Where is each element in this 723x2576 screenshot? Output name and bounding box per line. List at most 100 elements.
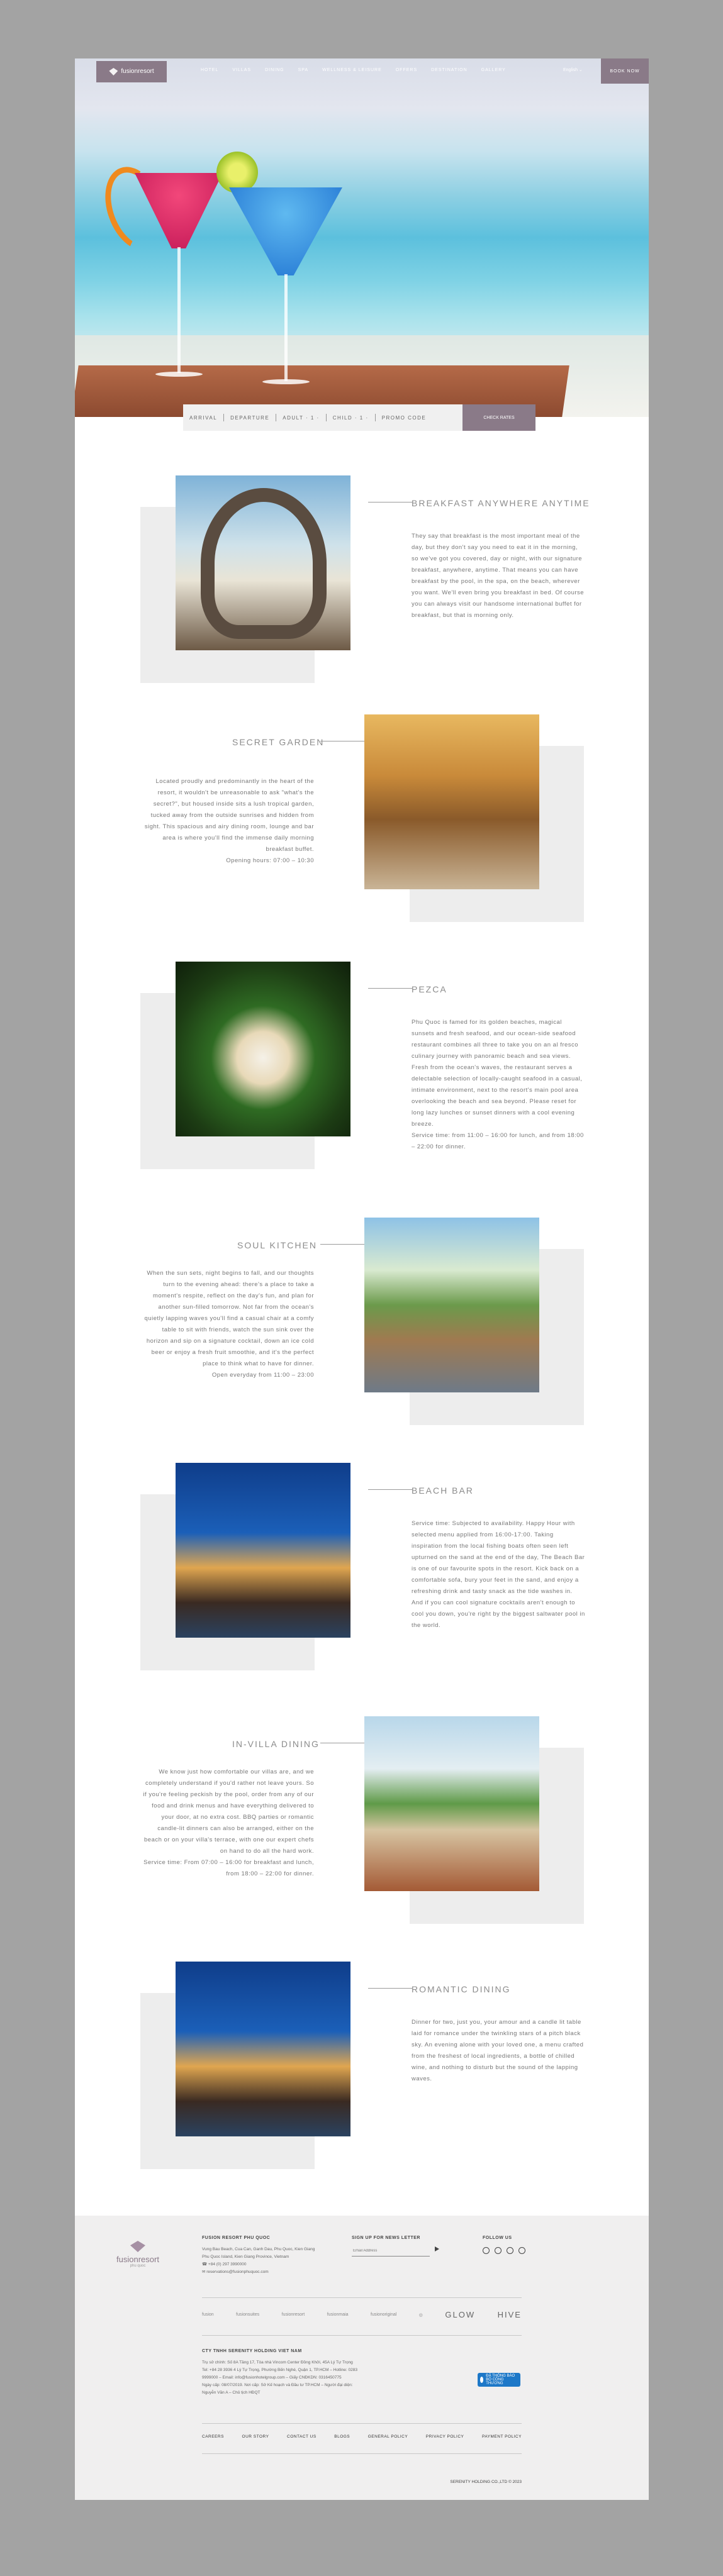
- section-text: They say that breakfast is the most impo…: [412, 533, 585, 619]
- section-text: Phu Quoc is famed for its golden beaches…: [412, 1017, 585, 1153]
- section-in-villa-dining: IN-VILLA DINING We know just how comfort…: [75, 1716, 649, 1936]
- child-field[interactable]: CHILD · 1 ·: [327, 415, 375, 421]
- company-title: CTY TNHH SERENITY HOLDING VIET NAM: [202, 2349, 302, 2353]
- section-beach-bar: BEACH BAR Service time: Subjected to ava…: [75, 1463, 649, 1683]
- brand-glow[interactable]: GLOW: [445, 2310, 475, 2319]
- opening-hours: Service time: from 11:00 – 16:00 for lun…: [412, 1132, 584, 1150]
- section-romantic-dining: ROMANTIC DINING Dinner for two, just you…: [75, 1962, 649, 2182]
- company-line: Ngày cấp: 08/07/2019. Nơi cấp: Sở Kế hoạ…: [202, 2383, 353, 2387]
- section-title: PEZCA: [412, 984, 447, 994]
- promo-code-field[interactable]: PROMO CODE: [376, 415, 433, 421]
- resort-email: ✉ reservations@fusionphuquoc.com: [202, 2268, 328, 2276]
- opening-hours: Opening hours: 07:00 – 10:30: [226, 857, 314, 864]
- copyright: SERENITY HOLDING CO.,LTD © 2023: [450, 2480, 522, 2484]
- arrival-field[interactable]: ARRIVAL: [183, 415, 223, 421]
- footer-logo-sub: phu quoc: [130, 2264, 146, 2268]
- adult-field[interactable]: ADULT · 1 ·: [276, 415, 325, 421]
- company-line: Tel: +84 28 3936 4 Lý Tự Trọng, Phường B…: [202, 2368, 357, 2372]
- section-title: BEACH BAR: [412, 1485, 474, 1496]
- section-description: Located proudly and predominantly in the…: [144, 778, 314, 853]
- brand-fusionsuites[interactable]: fusionsuites: [236, 2312, 259, 2317]
- footer-logo[interactable]: fusionresort phu quoc: [113, 2241, 163, 2268]
- menu-item-hotel[interactable]: HOTEL: [201, 68, 218, 72]
- logo-icon: [109, 68, 118, 75]
- section-title: IN-VILLA DINING: [232, 1739, 320, 1749]
- instagram-icon[interactable]: [507, 2247, 513, 2254]
- brand-fusionoriginal[interactable]: fusionoriginal: [371, 2312, 396, 2317]
- brand-fusionmaia[interactable]: fusionmaia: [327, 2312, 349, 2317]
- beach-bar-photo: [176, 1463, 350, 1638]
- book-now-button[interactable]: BOOK NOW: [601, 58, 649, 84]
- phone-text[interactable]: +84 (0) 297 3990000: [208, 2262, 247, 2267]
- link-privacy-policy[interactable]: PRIVACY POLICY: [426, 2434, 464, 2439]
- link-careers[interactable]: CAREERS: [202, 2434, 224, 2439]
- romantic-dining-photo: [176, 1962, 350, 2136]
- menu-item-wellness[interactable]: WELLNESS & LEISURE: [322, 68, 382, 72]
- opening-hours: Open everyday from 11:00 – 23:00: [211, 1372, 314, 1379]
- section-title: SECRET GARDEN: [232, 737, 325, 747]
- section-text: When the sun sets, night begins to fall,…: [140, 1268, 314, 1381]
- secret-garden-photo: [364, 714, 539, 889]
- divider: [202, 2453, 522, 2454]
- brand-emblem[interactable]: ◎: [419, 2312, 423, 2318]
- section-description: Phu Quoc is famed for its golden beaches…: [412, 1019, 583, 1128]
- link-our-story[interactable]: OUR STORY: [242, 2434, 269, 2439]
- link-contact-us[interactable]: CONTACT US: [287, 2434, 317, 2439]
- soul-kitchen-photo: [364, 1218, 539, 1392]
- opening-hours: Service time: From 07:00 – 16:00 for bre…: [143, 1859, 314, 1877]
- badge-text: ĐÃ THÔNG BÁO BỘ CÔNG THƯƠNG: [486, 2374, 515, 2385]
- email-text[interactable]: reservations@fusionphuquoc.com: [206, 2270, 268, 2274]
- resort-info: FUSION RESORT PHU QUOC Vung Bau Beach, C…: [202, 2235, 328, 2276]
- section-text: Located proudly and predominantly in the…: [140, 776, 314, 867]
- logo[interactable]: fusionresort: [96, 61, 167, 82]
- blue-cocktail: [229, 187, 342, 275]
- menu-item-offers[interactable]: OFFERS: [396, 68, 417, 72]
- breakfast-photo: [176, 475, 350, 650]
- newsletter-email-input[interactable]: [352, 2246, 430, 2257]
- registration-badge[interactable]: ĐÃ THÔNG BÁO BỘ CÔNG THƯƠNG: [478, 2373, 520, 2387]
- section-breakfast: BREAKFAST ANYWHERE ANYTIME They say that…: [75, 475, 649, 696]
- youtube-icon[interactable]: [518, 2247, 525, 2254]
- social-icons: [483, 2247, 533, 2254]
- section-title: ROMANTIC DINING: [412, 1984, 511, 1994]
- menu-item-villas[interactable]: VILLAS: [232, 68, 251, 72]
- footer-logo-name: fusionresort: [116, 2255, 159, 2264]
- brand-logos: fusion fusionsuites fusionresort fusionm…: [202, 2310, 522, 2319]
- facebook-icon[interactable]: [495, 2247, 502, 2254]
- departure-field[interactable]: DEPARTURE: [224, 415, 276, 421]
- booking-bar: ARRIVAL DEPARTURE ADULT · 1 · CHILD · 1 …: [183, 404, 535, 431]
- phone-icon: ☎: [202, 2262, 208, 2267]
- resort-address-2: Phu Quoc Island, Kien Giang Province, Vi…: [202, 2255, 289, 2259]
- language-select[interactable]: English ⌄: [563, 67, 583, 72]
- company-line: 9999000 – Email: info@fusionhotelgroup.c…: [202, 2375, 342, 2380]
- newsletter-title: SIGN UP FOR NEWS LETTER: [352, 2236, 420, 2240]
- company-line: Trụ sở chính: Số 8A Tầng 17, Tòa nhà Vin…: [202, 2360, 353, 2365]
- in-villa-dining-photo: [364, 1716, 539, 1891]
- title-rule: [368, 1988, 412, 1989]
- email-social-icon[interactable]: [483, 2247, 490, 2254]
- menu-item-destination[interactable]: DESTINATION: [431, 68, 468, 72]
- logo-icon: [130, 2241, 145, 2252]
- footer-links: CAREERS OUR STORY CONTACT US BLOGS GENER…: [202, 2434, 522, 2439]
- send-icon[interactable]: [434, 2246, 439, 2251]
- title-rule: [320, 1244, 364, 1245]
- hero-banner: fusionresort HOTEL VILLAS DINING SPA WEL…: [75, 58, 649, 417]
- follow-us: FOLLOW US: [483, 2235, 533, 2254]
- section-title: BREAKFAST ANYWHERE ANYTIME: [412, 498, 590, 508]
- divider: [202, 2423, 522, 2424]
- menu-item-dining[interactable]: DINING: [265, 68, 284, 72]
- link-blogs[interactable]: BLOGS: [334, 2434, 350, 2439]
- check-rates-button[interactable]: CHECK RATES: [462, 404, 535, 431]
- company-info: CTY TNHH SERENITY HOLDING VIET NAM Trụ s…: [202, 2348, 454, 2397]
- company-line: Nguyễn Văn A – Chủ tịch HĐQT: [202, 2390, 261, 2395]
- link-payment-policy[interactable]: PAYMENT POLICY: [482, 2434, 522, 2439]
- menu-item-spa[interactable]: SPA: [298, 68, 309, 72]
- brand-fusionresort[interactable]: fusionresort: [282, 2312, 305, 2317]
- link-general-policy[interactable]: GENERAL POLICY: [368, 2434, 408, 2439]
- navbar: fusionresort HOTEL VILLAS DINING SPA WEL…: [75, 58, 649, 84]
- main-menu: HOTEL VILLAS DINING SPA WELLNESS & LEISU…: [201, 68, 506, 72]
- brand-hive[interactable]: HIVE: [498, 2310, 522, 2319]
- brand-fusion[interactable]: fusion: [202, 2312, 214, 2317]
- menu-item-gallery[interactable]: GALLERY: [481, 68, 506, 72]
- section-description: When the sun sets, night begins to fall,…: [144, 1270, 314, 1367]
